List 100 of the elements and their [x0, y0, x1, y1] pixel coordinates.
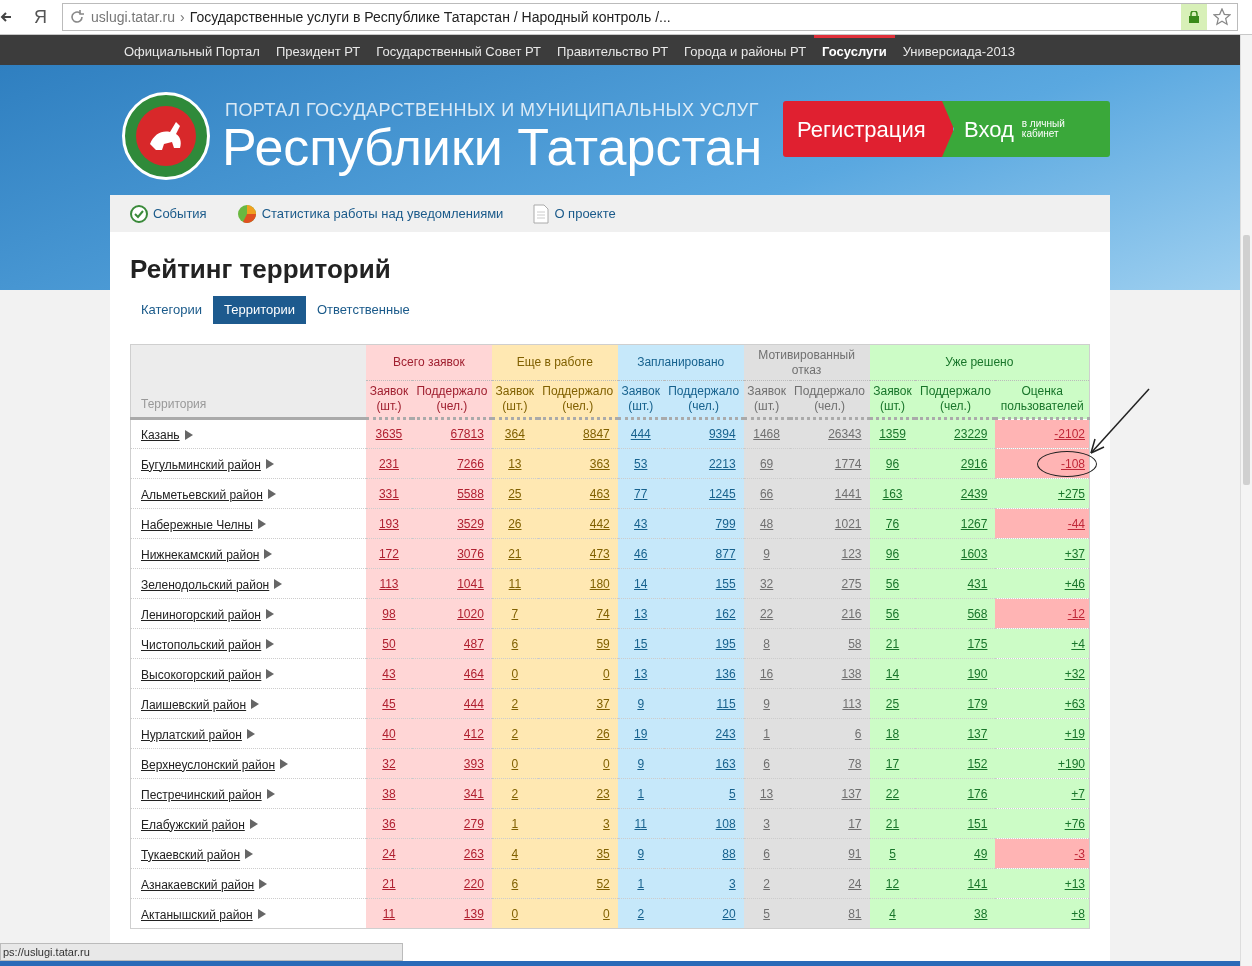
table-value-link[interactable]: 50: [382, 636, 396, 651]
table-value-link[interactable]: 48: [759, 516, 774, 531]
table-value-link[interactable]: 341: [463, 786, 484, 801]
table-value-link[interactable]: 45: [382, 696, 396, 711]
territory-link[interactable]: Чистопольский район: [141, 637, 262, 652]
table-value-link[interactable]: 9: [637, 696, 645, 711]
table-value-link[interactable]: 21: [508, 546, 522, 561]
territory-link[interactable]: Верхнеуслонский район: [141, 757, 276, 772]
rating-link[interactable]: +76: [1064, 816, 1085, 831]
table-value-link[interactable]: 43: [634, 516, 648, 531]
table-value-link[interactable]: 12: [885, 876, 900, 891]
rating-link[interactable]: +190: [1057, 756, 1085, 771]
table-value-link[interactable]: 81: [848, 906, 862, 921]
register-button[interactable]: Регистрация: [783, 101, 953, 157]
table-value-link[interactable]: 139: [463, 906, 484, 921]
rating-link[interactable]: +275: [1057, 486, 1085, 501]
territory-link[interactable]: Высокогорский район: [141, 667, 262, 682]
table-value-link[interactable]: 69: [759, 456, 774, 471]
table-value-link[interactable]: 20: [722, 906, 736, 921]
table-value-link[interactable]: 5: [889, 846, 896, 861]
table-value-link[interactable]: 32: [759, 576, 774, 591]
table-value-link[interactable]: 1: [637, 786, 645, 801]
table-value-link[interactable]: 23: [596, 786, 610, 801]
table-value-link[interactable]: 98: [382, 606, 396, 621]
table-value-link[interactable]: 113: [842, 696, 862, 711]
table-value-link[interactable]: 4: [889, 906, 896, 921]
table-value-link[interactable]: 1245: [708, 486, 736, 501]
table-value-link[interactable]: 11: [634, 816, 647, 831]
table-value-link[interactable]: 5: [763, 906, 770, 921]
table-value-link[interactable]: 25: [885, 696, 900, 711]
bookmark-star-icon[interactable]: [1213, 8, 1231, 26]
table-value-link[interactable]: 2: [511, 726, 519, 741]
table-value-link[interactable]: 13: [508, 456, 522, 471]
expand-triangle-icon[interactable]: [280, 759, 289, 770]
table-value-link[interactable]: 74: [596, 606, 610, 621]
table-value-link[interactable]: 26: [596, 726, 610, 741]
table-value-link[interactable]: 6: [763, 756, 770, 771]
table-value-link[interactable]: 9394: [708, 427, 736, 441]
table-value-link[interactable]: 152: [967, 756, 988, 771]
expand-triangle-icon[interactable]: [251, 699, 260, 710]
territory-link[interactable]: Лаишевский район: [141, 697, 247, 712]
table-value-link[interactable]: 26: [508, 516, 522, 531]
expand-triangle-icon[interactable]: [266, 609, 274, 620]
table-value-link[interactable]: 22: [759, 606, 774, 621]
table-value-link[interactable]: 8847: [583, 427, 610, 441]
rating-link[interactable]: -108: [1060, 456, 1085, 471]
table-value-link[interactable]: 444: [463, 696, 484, 711]
table-value-link[interactable]: 180: [589, 576, 610, 591]
table-value-link[interactable]: 76: [885, 516, 900, 531]
table-value-link[interactable]: 3: [728, 876, 736, 891]
table-value-link[interactable]: 151: [967, 816, 988, 831]
territory-link[interactable]: Набережные Челны: [141, 517, 253, 532]
expand-triangle-icon[interactable]: [266, 639, 275, 650]
table-value-link[interactable]: 6: [763, 846, 770, 861]
table-value-link[interactable]: 3529: [457, 516, 484, 531]
table-value-link[interactable]: 3076: [457, 546, 484, 561]
nav-link[interactable]: Города и районы РТ: [676, 35, 815, 65]
table-value-link[interactable]: 4: [511, 846, 519, 861]
table-value-link[interactable]: 137: [967, 726, 988, 741]
table-value-link[interactable]: 56: [885, 576, 900, 591]
table-value-link[interactable]: 473: [589, 546, 610, 561]
table-value-link[interactable]: 176: [967, 786, 988, 801]
table-value-link[interactable]: 56: [885, 606, 900, 621]
expand-triangle-icon[interactable]: [264, 549, 273, 560]
rating-link[interactable]: +32: [1064, 666, 1085, 681]
expand-triangle-icon[interactable]: [184, 429, 193, 440]
table-value-link[interactable]: 1774: [834, 456, 862, 471]
rating-link[interactable]: -12: [1067, 606, 1085, 621]
territory-link[interactable]: Тукаевский район: [141, 847, 241, 862]
table-value-link[interactable]: 162: [715, 606, 736, 621]
rating-link[interactable]: +46: [1064, 576, 1085, 591]
table-value-link[interactable]: 18: [885, 726, 900, 741]
table-value-link[interactable]: 58: [848, 636, 862, 651]
territory-link[interactable]: Бугульминский район: [141, 457, 261, 472]
expand-triangle-icon[interactable]: [266, 789, 275, 800]
table-value-link[interactable]: 279: [463, 816, 484, 831]
section-link[interactable]: События: [130, 203, 207, 224]
table-value-link[interactable]: 9: [763, 696, 770, 711]
table-value-link[interactable]: 137: [841, 786, 862, 801]
table-value-link[interactable]: 24: [848, 876, 862, 891]
table-value-link[interactable]: 275: [841, 576, 862, 591]
table-value-link[interactable]: 2: [511, 696, 519, 711]
table-value-link[interactable]: 2: [511, 786, 519, 801]
table-value-link[interactable]: 6: [511, 876, 519, 891]
table-value-link[interactable]: 431: [967, 576, 988, 591]
table-value-link[interactable]: 8: [763, 636, 770, 651]
expand-triangle-icon[interactable]: [257, 519, 266, 530]
table-value-link[interactable]: 442: [589, 516, 610, 531]
territory-link[interactable]: Азнакаевский район: [141, 877, 255, 892]
table-value-link[interactable]: 2916: [960, 456, 988, 471]
table-value-link[interactable]: 1041: [457, 576, 484, 591]
rating-link[interactable]: -44: [1067, 516, 1085, 531]
table-value-link[interactable]: 0: [603, 906, 610, 921]
table-value-link[interactable]: 363: [589, 456, 610, 471]
table-value-link[interactable]: 6: [511, 636, 519, 651]
table-value-link[interactable]: 195: [715, 636, 736, 651]
table-value-link[interactable]: 1603: [960, 546, 988, 561]
table-value-link[interactable]: 21: [885, 636, 900, 651]
table-value-link[interactable]: 141: [967, 876, 988, 891]
table-value-link[interactable]: 799: [715, 516, 736, 531]
